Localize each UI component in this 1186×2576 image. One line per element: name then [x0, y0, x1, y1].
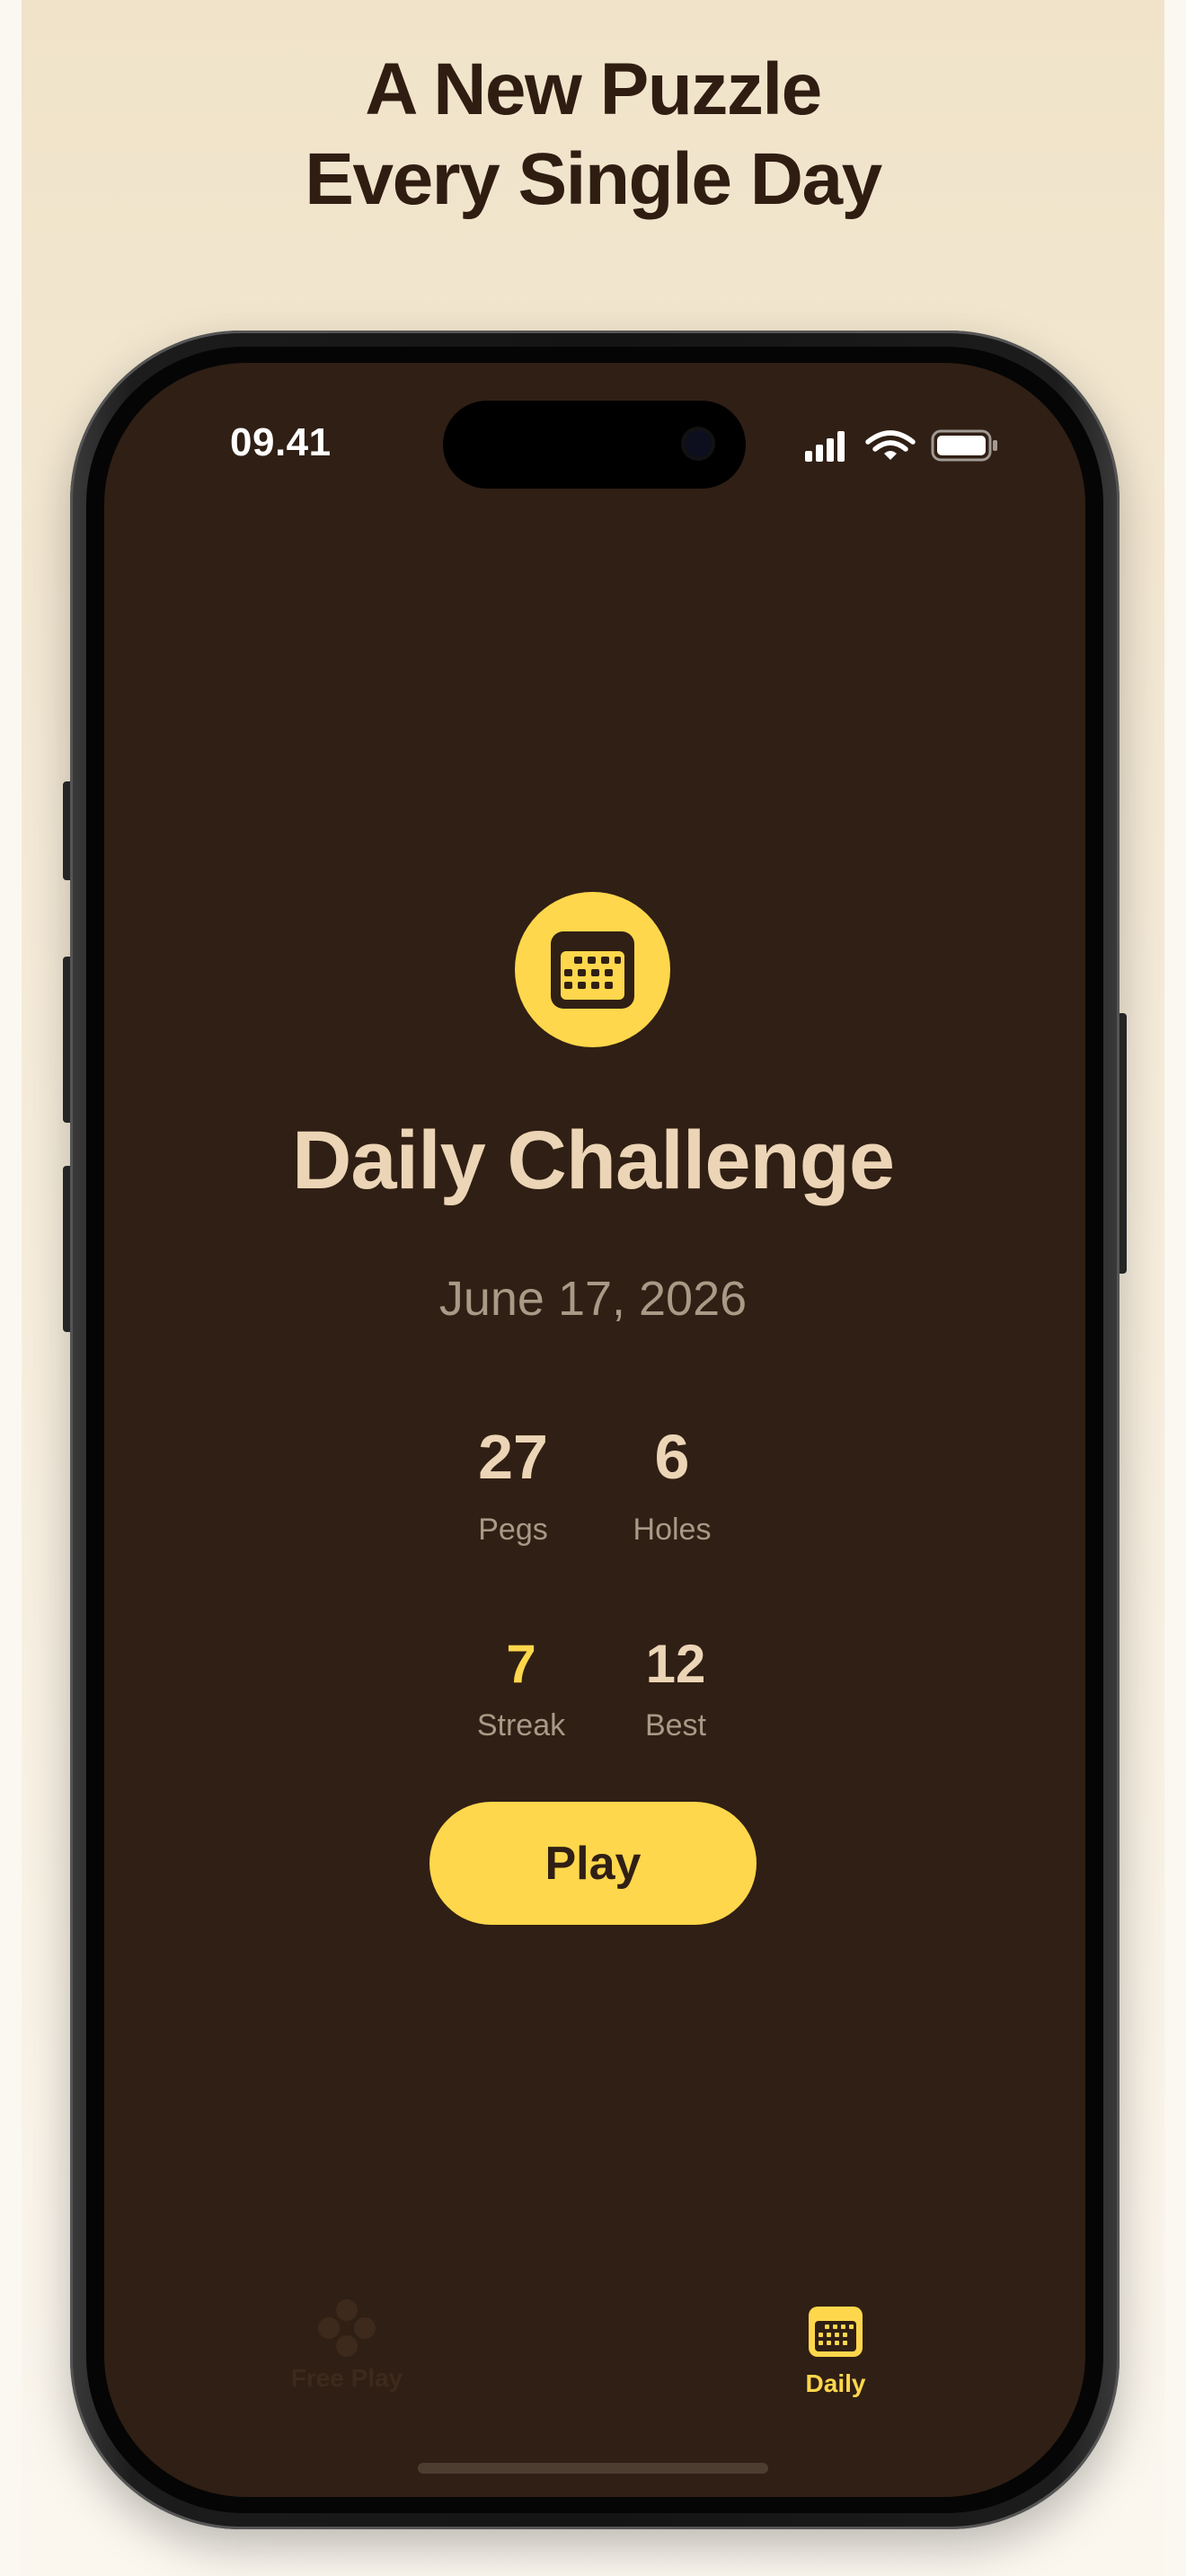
streak-value: 7 [506, 1634, 536, 1694]
tab-free-play[interactable]: Free Play [248, 2292, 446, 2393]
best-label: Best [644, 1708, 707, 1742]
status-icons [805, 429, 997, 462]
calendar-icon [551, 931, 634, 1009]
holes-label: Holes [633, 1513, 712, 1547]
pegs-value: 27 [478, 1422, 548, 1492]
marketing-headline-line2: Every Single Day [305, 138, 882, 220]
status-time: 09.41 [230, 420, 332, 464]
page-title: Daily Challenge [291, 1115, 895, 1206]
pegs-icon [318, 2299, 376, 2357]
challenge-date: June 17, 2026 [438, 1272, 748, 1326]
wifi-icon [865, 430, 916, 460]
tab-free-play-label: Free Play [290, 2364, 403, 2392]
streak-label: Streak [476, 1708, 566, 1742]
home-indicator[interactable] [418, 2463, 768, 2474]
play-button[interactable]: Play [429, 1802, 757, 1925]
pegs-label: Pegs [478, 1513, 548, 1547]
front-camera-icon [681, 427, 715, 461]
cellular-signal-icon [805, 431, 845, 462]
holes-value: 6 [654, 1422, 690, 1492]
daily-calendar-badge [515, 892, 670, 1047]
marketing-headline-line1: A New Puzzle [365, 49, 822, 130]
battery-icon [931, 429, 997, 462]
calendar-icon [809, 2307, 863, 2357]
tab-daily[interactable]: Daily [737, 2305, 934, 2398]
best-value: 12 [645, 1634, 706, 1694]
tab-daily-label: Daily [805, 2369, 866, 2397]
